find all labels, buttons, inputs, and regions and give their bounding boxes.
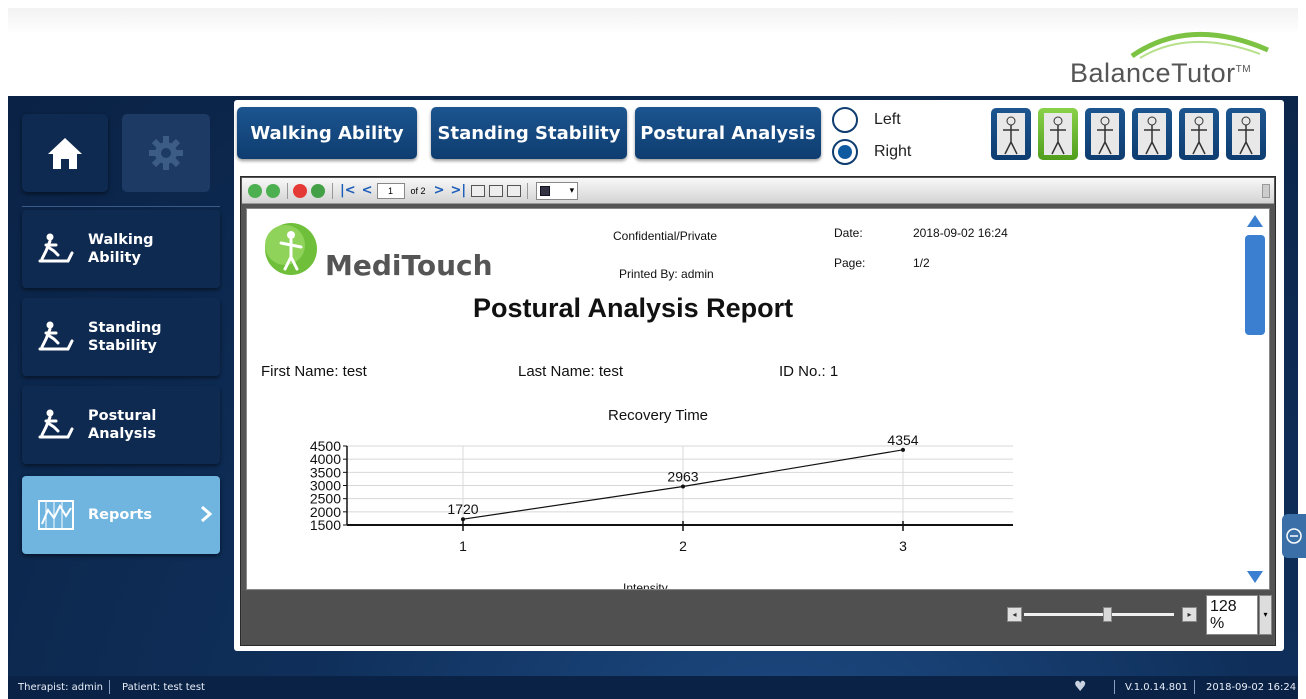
tab-standing-stability[interactable]: Standing Stability [431, 107, 627, 159]
sidebar-item-label: Reports [88, 507, 153, 523]
report-scrollbar[interactable] [1245, 213, 1265, 585]
pose-button-3[interactable] [1085, 108, 1125, 160]
person-pose-icon [1044, 113, 1072, 155]
datetime-label: 2018-09-02 16:24 [1206, 682, 1297, 693]
data-point [681, 484, 685, 489]
zoom-in-button[interactable]: ▸ [1182, 607, 1197, 622]
pose-button-6[interactable] [1226, 108, 1266, 160]
dropdown-arrow-icon: ▾ [569, 185, 575, 196]
toolbar-grip[interactable] [1262, 184, 1270, 198]
status-bar: Therapist: admin Patient: test test ♥ V.… [8, 676, 1298, 699]
forward-icon[interactable] [266, 183, 280, 198]
page-number-input[interactable]: 1 [376, 182, 405, 199]
data-label: 1720 [447, 501, 478, 517]
content-panel: Walking Ability Standing Stability Postu… [234, 100, 1284, 651]
pose-button-1[interactable] [991, 108, 1031, 160]
person-pose-icon [1185, 113, 1213, 155]
y-tick-label: 4500 [310, 438, 341, 454]
person-pose-icon [1138, 113, 1166, 155]
save-icon [540, 185, 551, 196]
radio-right[interactable] [832, 139, 858, 165]
settings-button[interactable] [122, 114, 210, 192]
next-page-icon[interactable]: > [434, 183, 445, 198]
treadmill-icon [34, 233, 78, 265]
report-viewer: |< < 1 of 2 > >| ▾ MediTouch Confidentia… [240, 176, 1276, 646]
scroll-down-icon[interactable] [1247, 571, 1263, 583]
heart-icon: ♥ [1074, 679, 1087, 695]
treadmill-icon [34, 321, 78, 353]
radio-left[interactable] [832, 107, 858, 133]
sidebar-item-walking-ability[interactable]: Walking Ability [22, 210, 220, 288]
sidebar-item-label: Postural Analysis [88, 408, 157, 442]
data-point [901, 447, 905, 452]
gear-icon [149, 136, 183, 170]
zoom-slider-track[interactable] [1024, 613, 1174, 616]
brand-name: BalanceTutorTM [1070, 58, 1252, 88]
refresh-icon[interactable] [311, 183, 325, 198]
sidebar-item-label: Walking Ability [88, 232, 154, 266]
zoom-percent-field[interactable]: 128 % [1206, 595, 1258, 635]
export-dropdown[interactable]: ▾ [536, 181, 579, 200]
page-count: of 2 [410, 185, 426, 196]
expand-icon [1286, 528, 1302, 544]
recovery-time-chart: 15002000250030003500400045001 2 3172029634… [310, 432, 1013, 554]
x-tick-label: 2 [679, 538, 687, 554]
print-layout-icon[interactable] [471, 184, 486, 197]
zoom-slider-thumb[interactable] [1102, 607, 1112, 622]
radio-left-label: Left [874, 111, 901, 128]
sidebar-item-standing-stability[interactable]: Standing Stability [22, 298, 220, 376]
chevron-right-icon [201, 505, 212, 523]
data-point [461, 517, 465, 522]
sidebar-item-label: Standing Stability [88, 320, 162, 354]
sidebar-divider [22, 206, 220, 207]
prev-page-icon[interactable]: < [362, 183, 373, 198]
report-page: MediTouch Confidential/Private Printed B… [246, 208, 1270, 590]
zoom-dropdown-arrow-icon[interactable]: ▾ [1259, 595, 1272, 635]
viewer-toolbar: |< < 1 of 2 > >| ▾ [242, 178, 1274, 204]
balancetutor-logo: BalanceTutorTM [1070, 20, 1270, 90]
sidebar-item-postural-analysis[interactable]: Postural Analysis [22, 386, 220, 464]
main-area: Walking Ability Standing Stability Postu… [8, 96, 1298, 676]
data-label: 4354 [887, 432, 918, 448]
treadmill-icon [34, 409, 78, 441]
zoom-out-button[interactable]: ◂ [1007, 607, 1022, 622]
patient-label: Patient: test test [122, 682, 205, 693]
x-tick-label: 3 [899, 538, 907, 554]
back-icon[interactable] [248, 183, 262, 198]
pose-button-2[interactable] [1038, 108, 1078, 160]
page-setup-icon[interactable] [489, 184, 504, 197]
pose-button-5[interactable] [1179, 108, 1219, 160]
next-section-title: Intensity [623, 581, 668, 590]
tab-walking-ability[interactable]: Walking Ability [237, 107, 417, 159]
side-panel-handle[interactable] [1282, 514, 1306, 558]
person-pose-icon [1232, 113, 1260, 155]
radio-right-label: Right [874, 143, 912, 160]
pose-button-4[interactable] [1132, 108, 1172, 160]
sidebar-item-reports[interactable]: Reports [22, 476, 220, 554]
app-header: BalanceTutorTM [8, 8, 1298, 96]
scroll-thumb[interactable] [1245, 235, 1265, 335]
home-icon [48, 138, 82, 169]
viewer-footer: ◂ ▸ 128 % ▾ [242, 591, 1274, 645]
x-tick-label: 1 [459, 538, 467, 554]
version-label: V.1.0.14.801 [1125, 682, 1188, 693]
first-page-icon[interactable]: |< [340, 183, 356, 198]
data-label: 2963 [667, 468, 698, 484]
print-icon[interactable] [507, 184, 522, 197]
tab-postural-analysis[interactable]: Postural Analysis [635, 107, 821, 159]
logo-swoosh-icon [1130, 31, 1269, 59]
chart-icon [34, 500, 78, 530]
therapist-label: Therapist: admin [18, 682, 103, 693]
person-pose-icon [997, 113, 1025, 155]
person-pose-icon [1091, 113, 1119, 155]
scroll-up-icon[interactable] [1247, 215, 1263, 227]
home-button[interactable] [22, 114, 108, 192]
stop-icon[interactable] [293, 183, 307, 198]
last-page-icon[interactable]: >| [450, 183, 466, 198]
